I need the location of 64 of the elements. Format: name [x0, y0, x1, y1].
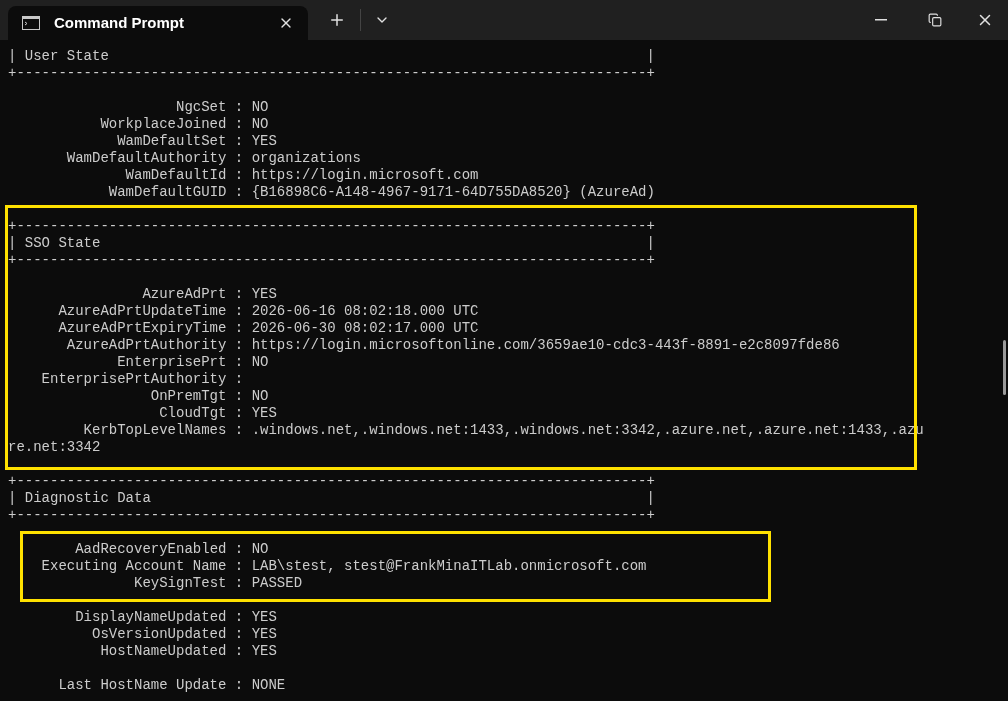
table-border: | — [646, 490, 655, 507]
tab-title: Command Prompt — [54, 12, 185, 33]
field-label: WamDefaultSet : — [117, 133, 244, 150]
table-border: +---------------------------------------------------------------------------+ — [8, 252, 655, 269]
field-label: AzureAdPrtExpiryTime : — [58, 320, 244, 337]
field-label: EnterprisePrtAuthority : — [41, 371, 244, 388]
field-label: WamDefaultGUID : — [108, 184, 244, 201]
field-label: NgcSet : — [176, 99, 244, 116]
field-label: OsVersionUpdated : — [92, 626, 244, 643]
field-value: NO — [251, 116, 269, 133]
plus-icon — [328, 11, 346, 29]
table-border: | — [646, 48, 655, 65]
field-value: NO — [251, 541, 269, 558]
field-label: KerbTopLevelNames : — [83, 422, 244, 439]
field-value: PASSED — [251, 575, 303, 592]
field-value: YES — [251, 286, 277, 303]
minimize-icon — [875, 19, 887, 21]
table-border: +---------------------------------------------------------------------------+ — [8, 218, 655, 235]
field-label: HostNameUpdated : — [100, 643, 244, 660]
field-label: DisplayNameUpdated : — [75, 609, 244, 626]
field-label: AzureAdPrtUpdateTime : — [58, 303, 244, 320]
field-value: NO — [251, 354, 269, 371]
table-border: | — [646, 235, 655, 252]
field-label: KeySignTest : — [134, 575, 244, 592]
section-title: User State — [24, 48, 109, 65]
field-value: YES — [251, 405, 277, 422]
field-label: WamDefaultAuthority : — [66, 150, 244, 167]
field-label: AadRecoveryEnabled : — [75, 541, 244, 558]
field-value: organizations — [251, 150, 361, 167]
field-label: EnterprisePrt : — [117, 354, 244, 371]
field-value: YES — [251, 643, 277, 660]
field-value: {B16898C6-A148-4967-9171-64D755DA8520} (AzureAd) — [251, 184, 655, 201]
output-line: re.net:3342 — [8, 439, 101, 456]
field-label: AzureAdPrtAuthority : — [66, 337, 244, 354]
field-label: CloudTgt : — [159, 405, 244, 422]
scrollbar-thumb[interactable] — [1003, 340, 1006, 395]
table-border: | — [8, 490, 17, 507]
terminal-icon — [22, 16, 40, 30]
field-value: 2026-06-16 08:02:18.000 UTC — [251, 303, 479, 320]
field-value: LAB\stest, stest@FrankMinaITLab.onmicrosoft.com — [251, 558, 647, 575]
section-title: SSO State — [24, 235, 101, 252]
field-label: AzureAdPrt : — [142, 286, 244, 303]
restore-icon — [928, 13, 942, 27]
field-value: YES — [251, 626, 277, 643]
field-label: WorkplaceJoined : — [100, 116, 244, 133]
field-value: YES — [251, 133, 277, 150]
field-value: YES — [251, 609, 277, 626]
field-value: NONE — [251, 677, 286, 694]
field-value: 2026-06-30 08:02:17.000 UTC — [251, 320, 479, 337]
field-label: OnPremTgt : — [150, 388, 244, 405]
section-title: Diagnostic Data — [24, 490, 151, 507]
table-border: +---------------------------------------------------------------------------+ — [8, 507, 655, 524]
field-label: Executing Account Name : — [41, 558, 244, 575]
field-value: https://login.microsoftonline.com/3659ae10-cdc3-443f-8891-e2c8097fde86 — [251, 337, 840, 354]
field-label: WamDefaultId : — [125, 167, 244, 184]
field-value: NO — [251, 388, 269, 405]
table-border: +---------------------------------------------------------------------------+ — [8, 473, 655, 490]
table-border: | — [8, 235, 17, 252]
table-border: | — [8, 48, 17, 65]
field-value: https://login.microsoft.com — [251, 167, 479, 184]
terminal-tab[interactable]: Command Prompt — [8, 6, 308, 40]
field-value: NO — [251, 99, 269, 116]
table-border: +---------------------------------------------------------------------------+ — [8, 65, 655, 82]
field-label: Last HostName Update : — [58, 677, 244, 694]
